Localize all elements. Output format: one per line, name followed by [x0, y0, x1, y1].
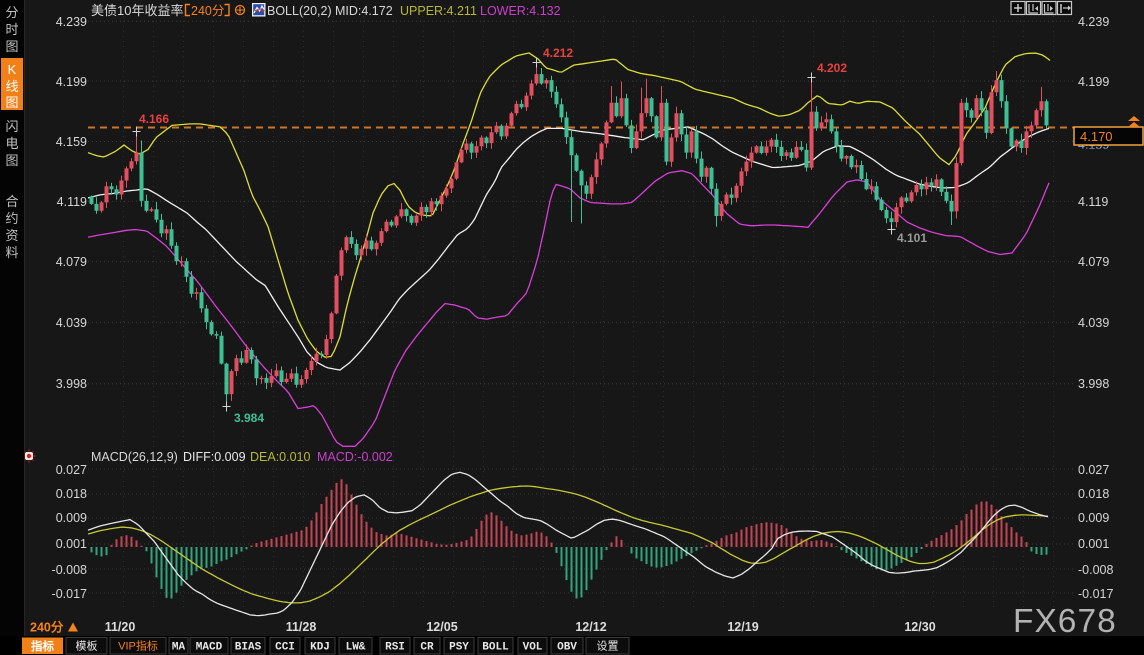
svg-text:3.998: 3.998 [56, 377, 87, 391]
svg-text:-0.017: -0.017 [1078, 587, 1113, 601]
svg-text:0.001: 0.001 [56, 537, 87, 551]
svg-text:4.239: 4.239 [56, 15, 87, 29]
svg-text:240分: 240分 [191, 4, 224, 18]
svg-text:MACD(26,12,9): MACD(26,12,9) [91, 450, 178, 464]
svg-text:分: 分 [5, 5, 18, 20]
svg-text:0.027: 0.027 [1078, 463, 1109, 477]
svg-text:-0.008: -0.008 [1078, 563, 1113, 577]
svg-text:美债10年收益率: 美债10年收益率 [91, 3, 183, 18]
svg-text:4.212: 4.212 [543, 46, 573, 60]
svg-text:0.009: 0.009 [56, 511, 87, 525]
svg-text:0.009: 0.009 [1078, 511, 1109, 525]
svg-text:4.170: 4.170 [1080, 129, 1113, 144]
svg-text:资: 资 [5, 228, 18, 243]
svg-text:12/19: 12/19 [727, 620, 758, 634]
svg-text:4.199: 4.199 [1078, 75, 1109, 89]
svg-text:LW&: LW& [346, 642, 366, 654]
svg-text:3.998: 3.998 [1078, 377, 1109, 391]
svg-text:PSY: PSY [449, 642, 469, 654]
svg-text:MACD:-0.002: MACD:-0.002 [317, 450, 393, 464]
svg-text:闪: 闪 [5, 119, 18, 134]
svg-text:MACD: MACD [196, 642, 223, 654]
svg-text:DIFF:0.009: DIFF:0.009 [183, 450, 246, 464]
svg-text:VIP指标: VIP指标 [118, 639, 158, 653]
svg-text:MA: MA [172, 642, 186, 654]
svg-text:4.159: 4.159 [56, 135, 87, 149]
svg-text:12/12: 12/12 [575, 620, 606, 634]
svg-text:OBV: OBV [557, 642, 577, 654]
svg-text:4.119: 4.119 [1078, 195, 1108, 209]
svg-text:0.018: 0.018 [1078, 487, 1109, 501]
svg-text:4.166: 4.166 [139, 112, 169, 126]
svg-text:0.018: 0.018 [56, 487, 87, 501]
svg-text:4.239: 4.239 [1078, 15, 1109, 29]
svg-text:DEA:0.010: DEA:0.010 [250, 450, 311, 464]
svg-text:4.079: 4.079 [56, 255, 87, 269]
svg-text:4.202: 4.202 [817, 61, 847, 75]
svg-text:时: 时 [5, 22, 18, 37]
svg-text:12/30: 12/30 [904, 620, 935, 634]
svg-text:电: 电 [5, 136, 18, 151]
svg-text:-0.017: -0.017 [52, 587, 87, 601]
svg-text:240分: 240分 [30, 620, 64, 635]
svg-text:4.039: 4.039 [1078, 316, 1109, 330]
svg-text:BOLL: BOLL [482, 642, 509, 654]
svg-text:11/20: 11/20 [105, 620, 136, 634]
svg-text:12/05: 12/05 [426, 620, 457, 634]
svg-text:约: 约 [5, 211, 18, 226]
svg-text:BIAS: BIAS [235, 642, 262, 654]
svg-text:UPPER:4.211: UPPER:4.211 [400, 4, 477, 18]
svg-text:4.101: 4.101 [897, 231, 927, 245]
svg-text:4.119: 4.119 [57, 195, 87, 209]
svg-text:图: 图 [5, 39, 18, 54]
svg-text:设置: 设置 [597, 640, 619, 653]
svg-text:图: 图 [5, 95, 18, 110]
svg-text:LOWER:4.132: LOWER:4.132 [480, 4, 561, 18]
svg-text:KDJ: KDJ [310, 642, 330, 654]
svg-text:CCI: CCI [275, 642, 295, 654]
svg-text:CR: CR [420, 642, 434, 654]
svg-text:0.027: 0.027 [56, 463, 87, 477]
svg-text:合: 合 [5, 194, 18, 209]
svg-text:K: K [8, 62, 17, 77]
svg-text:4.039: 4.039 [56, 316, 87, 330]
svg-text:3.984: 3.984 [234, 411, 264, 425]
svg-text:MID:4.172: MID:4.172 [335, 4, 393, 18]
svg-text:4.079: 4.079 [1078, 255, 1109, 269]
svg-text:料: 料 [5, 245, 18, 260]
svg-text:RSI: RSI [385, 642, 405, 654]
svg-text:-0.008: -0.008 [52, 563, 87, 577]
svg-text:FX678: FX678 [1013, 603, 1117, 640]
svg-text:模板: 模板 [76, 639, 98, 653]
svg-text:VOL: VOL [523, 642, 543, 654]
svg-text:BOLL(20,2): BOLL(20,2) [267, 4, 332, 18]
svg-text:0.001: 0.001 [1078, 537, 1109, 551]
svg-text:11/28: 11/28 [286, 620, 317, 634]
svg-text:图: 图 [5, 153, 18, 168]
svg-text:线: 线 [5, 79, 18, 94]
svg-text:4.199: 4.199 [56, 75, 87, 89]
svg-text:指标: 指标 [31, 639, 54, 653]
